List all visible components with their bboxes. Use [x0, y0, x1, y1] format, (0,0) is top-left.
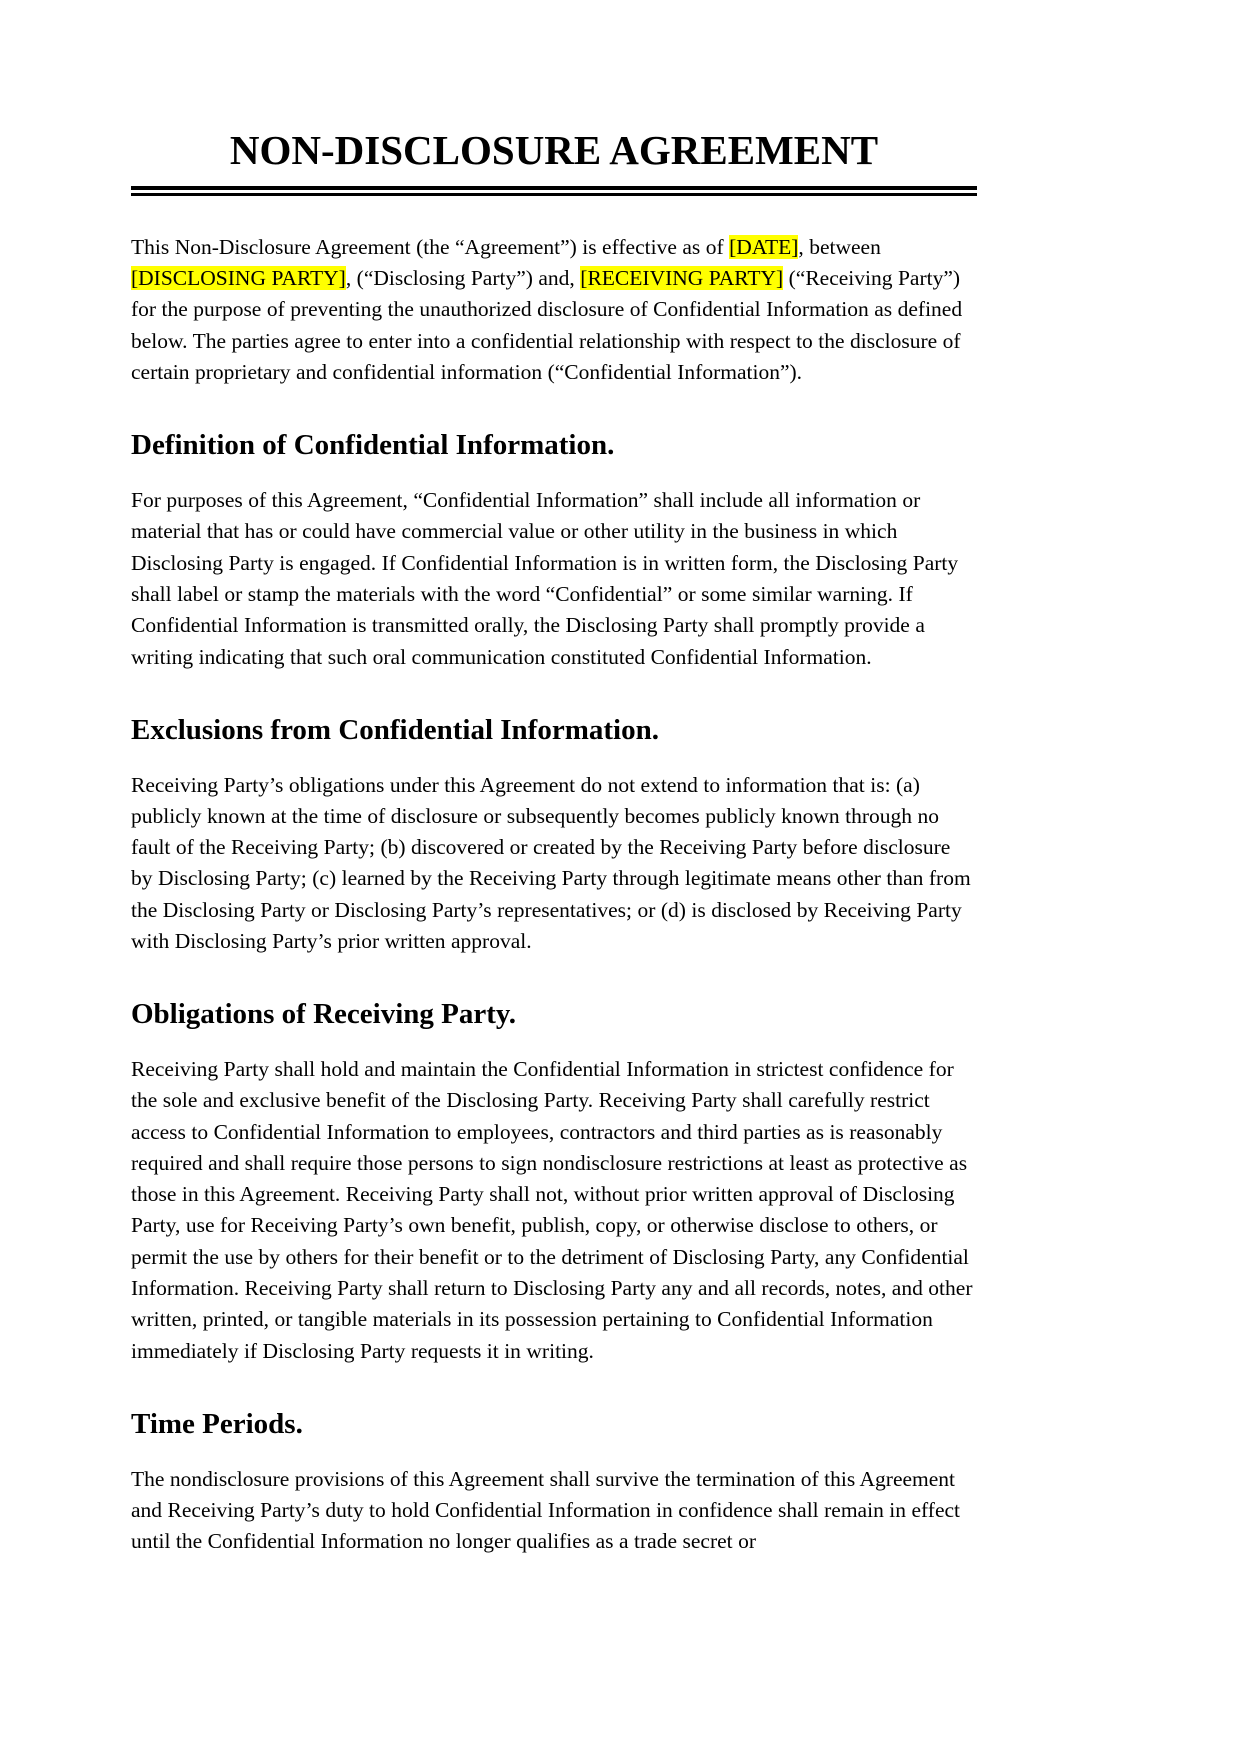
placeholder-date[interactable]: [DATE] [729, 234, 799, 259]
title-divider [131, 185, 977, 196]
section-heading-time-periods: Time Periods. [131, 1407, 303, 1440]
intro-text-part-2: , between [798, 234, 881, 259]
section-heading-obligations: Obligations of Receiving Party. [131, 998, 517, 1031]
placeholder-receiving-party[interactable]: [RECEIVING PARTY] [580, 266, 784, 291]
section-heading-definition: Definition of Confidential Information. [131, 429, 615, 462]
intro-text-part-3: , (“Disclosing Party”) and, [345, 266, 581, 291]
page-title: NON-DISCLOSURE AGREEMENT [229, 127, 879, 173]
document-page: NON-DISCLOSURE AGREEMENT This Non-Disclo… [0, 0, 1240, 1754]
intro-paragraph: This Non-Disclosure Agreement (the “Agre… [131, 232, 977, 388]
divider-bar-thin [131, 192, 977, 196]
section-body-time-periods: The nondisclosure provisions of this Agr… [131, 1466, 961, 1554]
section-body-definition: For purposes of this Agreement, “Confide… [131, 488, 959, 669]
section-heading-exclusions: Exclusions from Confidential Information… [131, 713, 659, 746]
section-body-exclusions: Receiving Party’s obligations under this… [131, 772, 971, 953]
section-body-obligations: Receiving Party shall hold and maintain … [131, 1057, 973, 1363]
intro-text-part-1: This Non-Disclosure Agreement (the “Agre… [131, 234, 730, 259]
placeholder-disclosing-party[interactable]: [DISCLOSING PARTY] [131, 266, 346, 291]
document-content: NON-DISCLOSURE AGREEMENT This Non-Disclo… [131, 0, 977, 1558]
intro-paragraph-block: This Non-Disclosure Agreement (the “Agre… [131, 232, 977, 388]
